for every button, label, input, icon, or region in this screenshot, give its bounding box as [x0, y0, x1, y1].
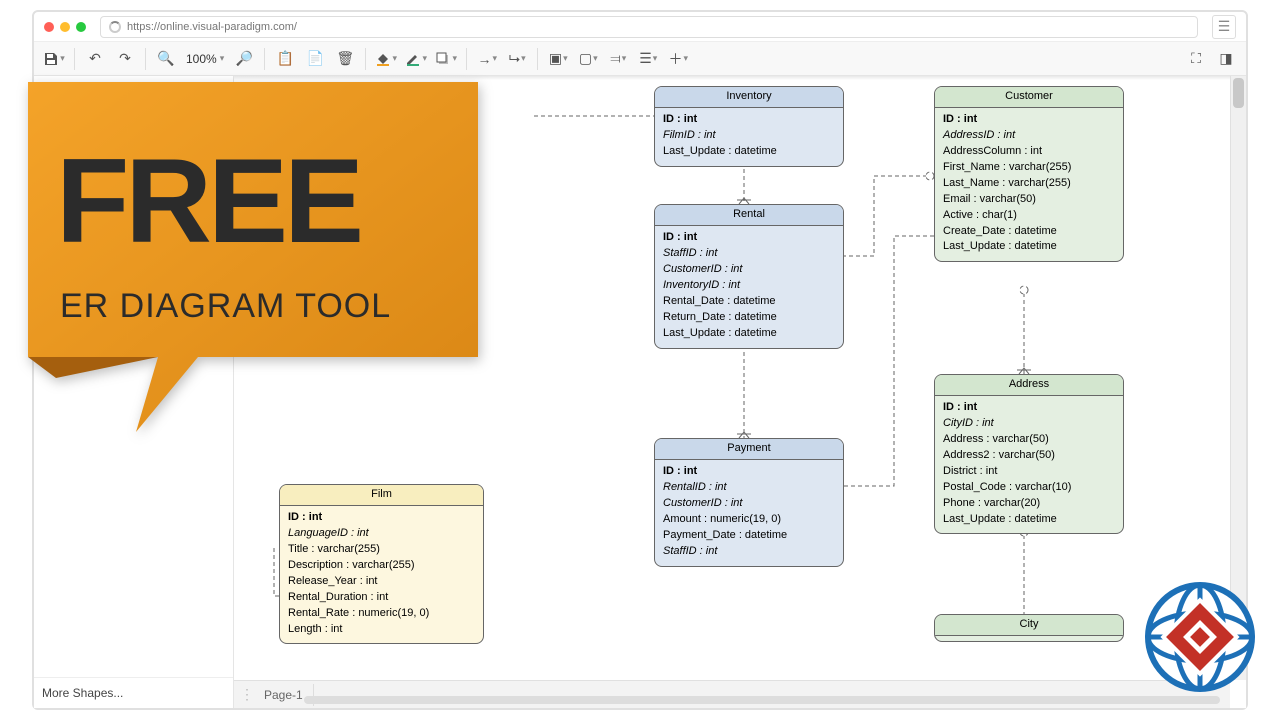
add-button[interactable]: ＋▾	[664, 45, 692, 73]
to-back-button[interactable]: ▢▾	[574, 45, 602, 73]
line-color-button[interactable]: ▾	[402, 45, 430, 73]
page-tab-bar: ⋮ Page-1	[234, 680, 1230, 708]
connector-type-button[interactable]: →▾	[473, 45, 501, 73]
entity-payment[interactable]: Payment ID : int RentalID : int Customer…	[654, 438, 844, 567]
window-close-icon[interactable]	[44, 22, 54, 32]
save-button[interactable]: ▾	[40, 45, 68, 73]
entity-address[interactable]: Address ID : int CityID : int Address : …	[934, 374, 1124, 534]
entity-body: ID : int CityID : int Address : varchar(…	[935, 396, 1123, 534]
waypoint-button[interactable]: ⮡▾	[503, 45, 531, 73]
window-minimize-icon[interactable]	[60, 22, 70, 32]
vp-logo-icon	[1140, 577, 1260, 702]
zoom-level[interactable]: 100%▾	[182, 52, 228, 66]
horizontal-scrollbar[interactable]	[304, 696, 1220, 704]
entity-body: ID : int StaffID : int CustomerID : int …	[655, 226, 843, 348]
copy-button[interactable]: 📋	[271, 45, 299, 73]
paint-bucket-icon	[375, 51, 391, 67]
undo-button[interactable]: ↶	[81, 45, 109, 73]
entity-title: Inventory	[655, 87, 843, 108]
entity-title: Address	[935, 375, 1123, 396]
promo-banner: FREE ER DIAGRAM TOOL	[18, 72, 498, 472]
distribute-button[interactable]: ☰▾	[634, 45, 662, 73]
fullscreen-button[interactable]: ⛶	[1182, 45, 1210, 73]
loading-spinner-icon	[109, 21, 121, 33]
layout-right-button[interactable]: ◨	[1212, 45, 1240, 73]
entity-title: Film	[280, 485, 483, 506]
entity-inventory[interactable]: Inventory ID : int FilmID : int Last_Upd…	[654, 86, 844, 167]
shadow-button[interactable]: ▾	[432, 45, 460, 73]
align-button[interactable]: ⫤▾	[604, 45, 632, 73]
entity-film[interactable]: Film ID : int LanguageID : int Title : v…	[279, 484, 484, 644]
entity-rental[interactable]: Rental ID : int StaffID : int CustomerID…	[654, 204, 844, 349]
entity-body: ID : int FilmID : int Last_Update : date…	[655, 108, 843, 166]
url-text: https://online.visual-paradigm.com/	[127, 21, 297, 33]
paste-button[interactable]: 📄	[301, 45, 329, 73]
banner-title: FREE	[56, 134, 360, 268]
banner-subtitle: ER DIAGRAM TOOL	[60, 287, 391, 325]
app-toolbar: ▾ ↶ ↷ 🔍 100%▾ 🔎 📋 📄 🗑 ▾ ▾ ▾ →▾ ⮡▾ ▣▾ ▢▾ …	[34, 42, 1246, 76]
entity-body: ID : int RentalID : int CustomerID : int…	[655, 460, 843, 566]
redo-button[interactable]: ↷	[111, 45, 139, 73]
entity-city[interactable]: City	[934, 614, 1124, 642]
entity-title: Payment	[655, 439, 843, 460]
browser-titlebar: https://online.visual-paradigm.com/ ☰	[34, 12, 1246, 42]
window-maximize-icon[interactable]	[76, 22, 86, 32]
entity-customer[interactable]: Customer ID : int AddressID : int Addres…	[934, 86, 1124, 262]
zoom-in-button[interactable]: 🔎	[230, 45, 258, 73]
delete-button[interactable]: 🗑	[331, 45, 359, 73]
shadow-icon	[435, 51, 451, 67]
page-drag-handle-icon[interactable]: ⋮	[240, 686, 248, 703]
entity-title: City	[935, 615, 1123, 636]
fill-color-button[interactable]: ▾	[372, 45, 400, 73]
more-shapes-link[interactable]: More Shapes...	[34, 677, 233, 708]
save-icon	[43, 51, 59, 67]
entity-title: Customer	[935, 87, 1123, 108]
entity-body: ID : int LanguageID : int Title : varcha…	[280, 506, 483, 644]
browser-menu-button[interactable]: ☰	[1212, 15, 1236, 39]
pencil-icon	[405, 51, 421, 67]
entity-title: Rental	[655, 205, 843, 226]
entity-body: ID : int AddressID : int AddressColumn :…	[935, 108, 1123, 261]
url-bar[interactable]: https://online.visual-paradigm.com/	[100, 16, 1198, 38]
to-front-button[interactable]: ▣▾	[544, 45, 572, 73]
zoom-out-button[interactable]: 🔍	[152, 45, 180, 73]
